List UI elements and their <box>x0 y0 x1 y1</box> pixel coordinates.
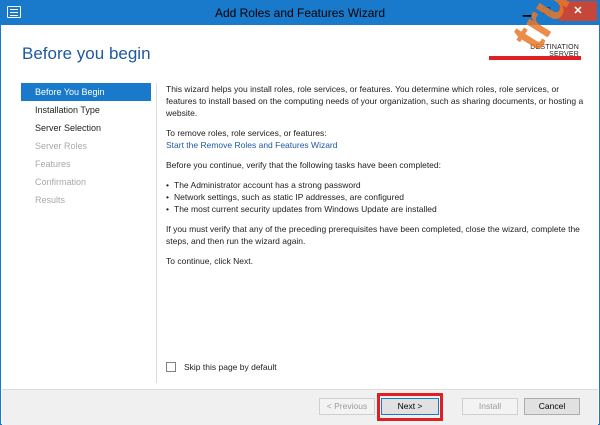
highlight-underline <box>489 56 581 60</box>
list-item: Network settings, such as static IP addr… <box>166 191 586 203</box>
nav-item-features: Features <box>35 159 71 169</box>
nav-item-results: Results <box>35 195 66 205</box>
skip-page-checkbox[interactable] <box>166 362 176 372</box>
nav-item-before-you-begin[interactable]: Before You Begin <box>21 83 151 101</box>
wizard-content: This wizard helps you install roles, rol… <box>166 83 586 275</box>
verify-label: Before you continue, verify that the fol… <box>166 160 441 170</box>
nav-divider <box>156 83 157 383</box>
cancel-button[interactable]: Cancel <box>524 398 580 415</box>
remove-roles-link[interactable]: Start the Remove Roles and Features Wiza… <box>166 139 586 151</box>
nav-item-server-roles: Server Roles <box>35 141 88 151</box>
page-title: Before you begin <box>22 44 151 63</box>
next-button-highlight <box>377 393 443 421</box>
list-item: The most current security updates from W… <box>166 203 586 215</box>
skip-page-label[interactable]: Skip this page by default <box>184 361 277 373</box>
wizard-footer: < Previous Next > Install Cancel <box>2 389 598 425</box>
intro-text: This wizard helps you install roles, rol… <box>166 84 584 118</box>
wizard-nav: Before You Begin Installation Type Serve… <box>21 83 151 209</box>
nav-item-installation-type[interactable]: Installation Type <box>21 101 151 119</box>
wizard-window: Add Roles and Features Wizard ▁ □ ✕ Befo… <box>0 0 600 425</box>
nav-item-server-selection[interactable]: Server Selection <box>21 119 151 137</box>
remove-label: To remove roles, role services, or featu… <box>166 128 327 138</box>
install-button: Install <box>462 398 518 415</box>
prerequisite-note: If you must verify that any of the prece… <box>166 224 580 246</box>
continue-note: To continue, click Next. <box>166 256 253 266</box>
list-item: The Administrator account has a strong p… <box>166 179 586 191</box>
nav-item-confirmation: Confirmation <box>35 177 87 187</box>
previous-button: < Previous <box>319 398 375 415</box>
prerequisite-list: The Administrator account has a strong p… <box>166 179 586 215</box>
